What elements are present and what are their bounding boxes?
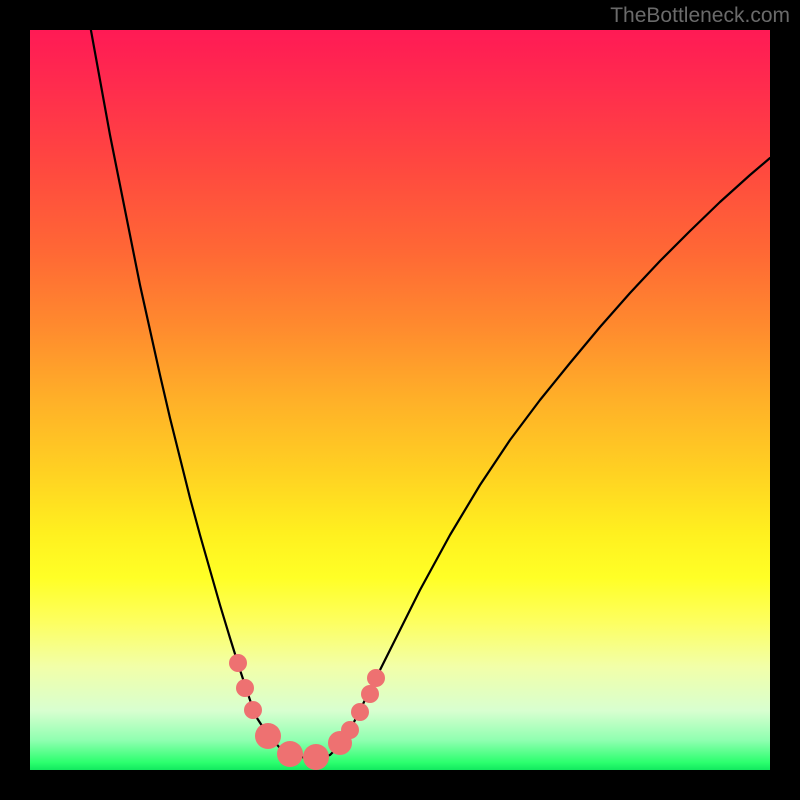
data-markers xyxy=(229,654,385,770)
data-marker xyxy=(367,669,385,687)
data-marker xyxy=(236,679,254,697)
data-marker xyxy=(277,741,303,767)
data-marker xyxy=(229,654,247,672)
data-marker xyxy=(341,721,359,739)
chart-container: TheBottleneck.com xyxy=(0,0,800,800)
plot-area xyxy=(30,30,770,770)
watermark-text: TheBottleneck.com xyxy=(610,4,790,28)
data-marker xyxy=(255,723,281,749)
curve-line xyxy=(90,30,770,758)
data-marker xyxy=(351,703,369,721)
chart-svg xyxy=(30,30,770,770)
data-marker xyxy=(244,701,262,719)
data-marker xyxy=(303,744,329,770)
data-marker xyxy=(361,685,379,703)
